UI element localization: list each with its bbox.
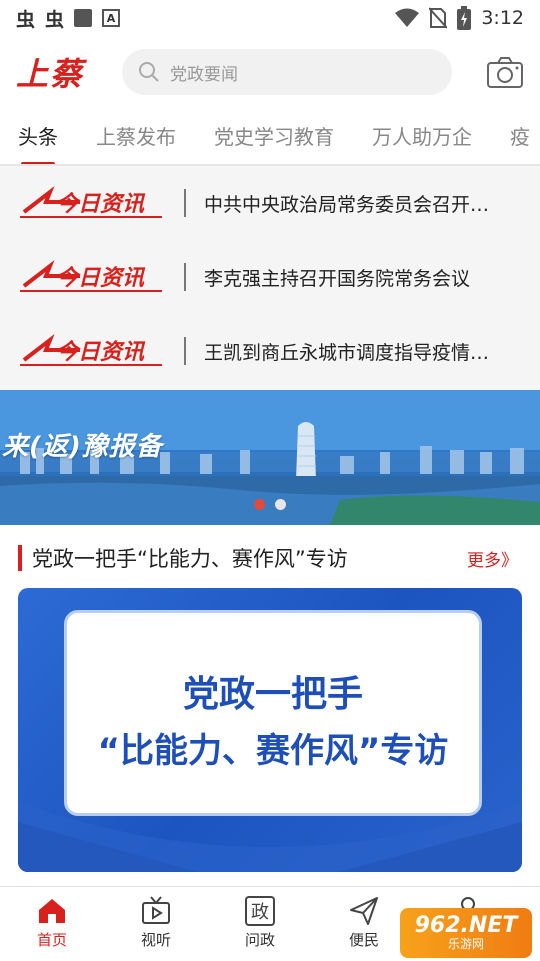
- more-link[interactable]: 更多》: [467, 546, 518, 571]
- carousel-dot-active[interactable]: [254, 499, 265, 510]
- tab-party-history[interactable]: 党史学习教育: [214, 121, 334, 150]
- wifi-icon: [395, 8, 420, 27]
- nav-label: 便民: [348, 931, 379, 949]
- status-left: 虫 虫 A: [16, 5, 121, 32]
- battery-icon: [457, 6, 472, 30]
- today-news-logo: 今日资讯: [20, 260, 162, 292]
- nav-inquiry[interactable]: 政 问政: [208, 887, 312, 961]
- list-item[interactable]: 今日资讯 中共中央政治局常务委员会召开…: [0, 166, 540, 240]
- today-news-logo: 今日资讯: [20, 186, 162, 218]
- news-title[interactable]: 王凯到商丘永城市调度指导疫情…: [204, 338, 489, 365]
- square-icon: [74, 9, 93, 27]
- clock: 3:12: [481, 7, 524, 29]
- today-news-logo: 今日资讯: [20, 334, 162, 366]
- carousel-dot[interactable]: [275, 499, 286, 510]
- watermark-subtext: 乐游网: [447, 937, 484, 951]
- nav-home[interactable]: 首页: [0, 887, 104, 961]
- camera-icon[interactable]: [486, 55, 524, 89]
- section-header: 党政一把手“比能力、赛作风”专访 更多》: [0, 538, 540, 578]
- banner-caption: 来(返)豫报备: [2, 432, 163, 462]
- list-item[interactable]: 今日资讯 李克强主持召开国务院常务会议: [0, 240, 540, 314]
- tab-headlines[interactable]: 头条: [18, 121, 58, 150]
- carousel-indicator: [254, 499, 286, 510]
- news-list: 今日资讯 中共中央政治局常务委员会召开… 今日资讯 李克强主持召开国务院常务会议…: [0, 166, 540, 390]
- nav-label: 首页: [36, 931, 67, 949]
- a-notification-icon: A: [102, 9, 121, 27]
- app-header: 上蔡 党政要闻: [0, 38, 540, 106]
- bug-icon: 虫: [45, 8, 65, 31]
- tv-icon: [142, 896, 170, 924]
- no-sim-icon: [429, 7, 448, 29]
- feature-card[interactable]: 党政一把手 “比能力、赛作风”专访: [18, 588, 522, 872]
- bug-icon: 虫: [16, 8, 36, 31]
- zheng-icon: 政: [245, 896, 275, 926]
- separator: [184, 189, 186, 217]
- list-item[interactable]: 今日资讯 王凯到商丘永城市调度指导疫情…: [0, 314, 540, 388]
- feature-decoration: [18, 802, 522, 872]
- search-bar[interactable]: 党政要闻: [122, 49, 452, 95]
- status-bar: 虫 虫 A 3:12: [0, 0, 540, 36]
- app-logo: 上蔡: [16, 55, 85, 93]
- search-input[interactable]: 党政要闻: [170, 60, 238, 85]
- separator: [184, 263, 186, 291]
- section-title: 党政一把手“比能力、赛作风”专访: [32, 547, 348, 571]
- search-icon: [139, 62, 159, 82]
- news-title[interactable]: 中共中央政治局常务委员会召开…: [204, 190, 489, 217]
- feature-title-line1: 党政一把手: [182, 674, 363, 715]
- separator: [184, 337, 186, 365]
- category-tabs: 头条 上蔡发布 党史学习教育 万人助万企 疫: [0, 106, 540, 164]
- tab-shangcai-release[interactable]: 上蔡发布: [96, 121, 176, 150]
- news-source-label: 今日资讯: [56, 339, 146, 365]
- svg-text:政: 政: [251, 902, 269, 923]
- news-title[interactable]: 李克强主持召开国务院常务会议: [204, 264, 470, 291]
- feature-title-line2: “比能力、赛作风”专访: [97, 731, 449, 771]
- status-right: 3:12: [395, 6, 524, 30]
- home-icon: [39, 899, 65, 923]
- tab-epidemic[interactable]: 疫: [510, 121, 530, 150]
- banner-carousel[interactable]: 来(返)豫报备: [0, 390, 540, 525]
- nav-label: 视听: [140, 931, 171, 949]
- section-accent-bar: [18, 545, 22, 571]
- send-icon: [350, 897, 378, 925]
- watermark-text: 962.NET: [414, 913, 518, 938]
- tab-help-enterprises[interactable]: 万人助万企: [372, 121, 472, 150]
- news-source-label: 今日资讯: [56, 265, 146, 291]
- nav-media[interactable]: 视听: [104, 887, 208, 961]
- news-source-label: 今日资讯: [56, 191, 146, 217]
- nav-label: 问政: [244, 931, 275, 949]
- site-watermark: 962.NET 乐游网: [400, 908, 532, 958]
